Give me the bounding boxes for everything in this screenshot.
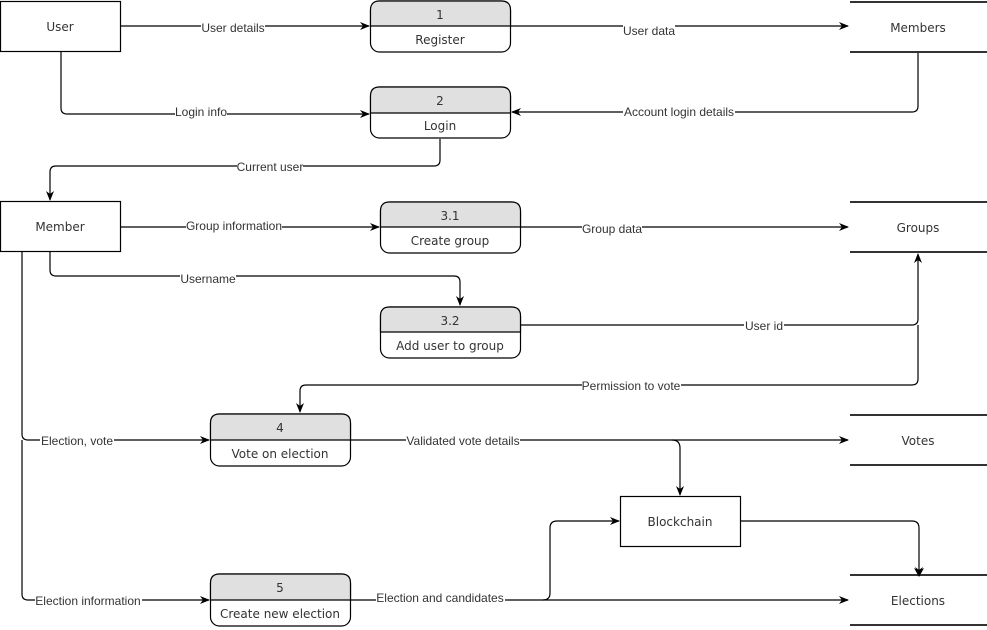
process-label: Register xyxy=(415,33,464,47)
entity-member[interactable]: Member xyxy=(0,200,122,253)
process-4-vote-on-election[interactable]: 4 Vote on election xyxy=(209,413,352,467)
svg-text:Election and candidates: Election and candidates xyxy=(376,591,503,605)
flow-user-id[interactable] xyxy=(521,253,922,326)
entity-user-label: User xyxy=(46,20,73,34)
flow-label-login-info: Login info xyxy=(175,105,227,119)
flow-label-username: Username xyxy=(180,272,236,286)
process-label: Create new election xyxy=(220,607,340,621)
store-label: Elections xyxy=(891,594,945,608)
store-label: Members xyxy=(890,21,946,35)
svg-text:Login info: Login info xyxy=(175,105,227,119)
flow-label-user-id: User id xyxy=(744,319,784,333)
store-members[interactable]: Members xyxy=(850,1,987,53)
process-number: 3.2 xyxy=(440,314,459,328)
flow-username[interactable] xyxy=(49,252,464,306)
svg-text:User data: User data xyxy=(623,24,675,38)
process-number: 1 xyxy=(436,8,444,22)
svg-text:Election information: Election information xyxy=(35,594,140,608)
entity-blockchain[interactable]: Blockchain xyxy=(619,495,742,548)
process-label: Login xyxy=(424,119,456,133)
flow-blockchain-to-elections[interactable] xyxy=(741,520,923,577)
process-5-create-new-election[interactable]: 5 Create new election xyxy=(209,573,352,627)
svg-text:Group data: Group data xyxy=(582,222,642,236)
store-votes[interactable]: Votes xyxy=(850,414,987,466)
svg-text:Election, vote: Election, vote xyxy=(41,434,113,448)
svg-text:Permission to vote: Permission to vote xyxy=(582,379,681,393)
flow-label-user-details: User details xyxy=(201,21,265,35)
process-2-login[interactable]: 2 Login xyxy=(369,86,512,139)
svg-text:Username: Username xyxy=(180,272,236,286)
entity-user[interactable]: User xyxy=(0,0,122,53)
store-elections[interactable]: Elections xyxy=(850,574,987,626)
process-number: 3.1 xyxy=(440,209,459,223)
flow-label-account-login-details: Account login details xyxy=(623,105,735,119)
flow-label-user-data: User data xyxy=(623,24,675,38)
flow-label-validated-vote-details: Validated vote details xyxy=(406,434,520,448)
process-3-1-create-group[interactable]: 3.1 Create group xyxy=(379,201,522,254)
flow-vote-to-blockchain[interactable] xyxy=(671,439,684,496)
svg-text:Account login details: Account login details xyxy=(624,105,734,119)
store-label: Groups xyxy=(897,221,940,235)
flow-label-group-data: Group data xyxy=(582,222,642,236)
svg-text:User id: User id xyxy=(745,319,783,333)
process-1-register[interactable]: 1 Register xyxy=(369,0,512,53)
process-label: Vote on election xyxy=(232,447,329,461)
svg-text:Current user: Current user xyxy=(237,160,304,174)
flow-label-election-and-candidates: Election and candidates xyxy=(376,591,505,605)
process-label: Create group xyxy=(411,234,490,248)
flow-label-election-information: Election information xyxy=(35,594,142,608)
process-label: Add user to group xyxy=(396,339,504,353)
flow-label-group-information: Group information xyxy=(186,219,282,233)
flow-label-current-user: Current user xyxy=(237,160,304,174)
process-number: 5 xyxy=(276,581,284,595)
flow-label-permission-to-vote: Permission to vote xyxy=(582,379,681,393)
svg-text:User details: User details xyxy=(201,21,264,35)
svg-text:Validated vote details: Validated vote details xyxy=(406,434,519,448)
process-3-2-add-user-to-group[interactable]: 3.2 Add user to group xyxy=(379,306,522,359)
flow-label-election-vote: Election, vote xyxy=(40,434,114,448)
entity-blockchain-label: Blockchain xyxy=(648,515,713,529)
flow-election-to-blockchain[interactable] xyxy=(542,517,620,601)
flow-account-login-details[interactable] xyxy=(511,52,919,116)
process-number: 2 xyxy=(436,94,444,108)
data-flow-diagram: User details User data Login info Accoun… xyxy=(0,0,987,627)
process-number: 4 xyxy=(276,421,284,435)
entity-member-label: Member xyxy=(35,220,84,234)
store-groups[interactable]: Groups xyxy=(850,201,987,253)
svg-text:Group information: Group information xyxy=(186,219,282,233)
flow-election-information[interactable] xyxy=(21,440,210,604)
store-label: Votes xyxy=(902,434,935,448)
